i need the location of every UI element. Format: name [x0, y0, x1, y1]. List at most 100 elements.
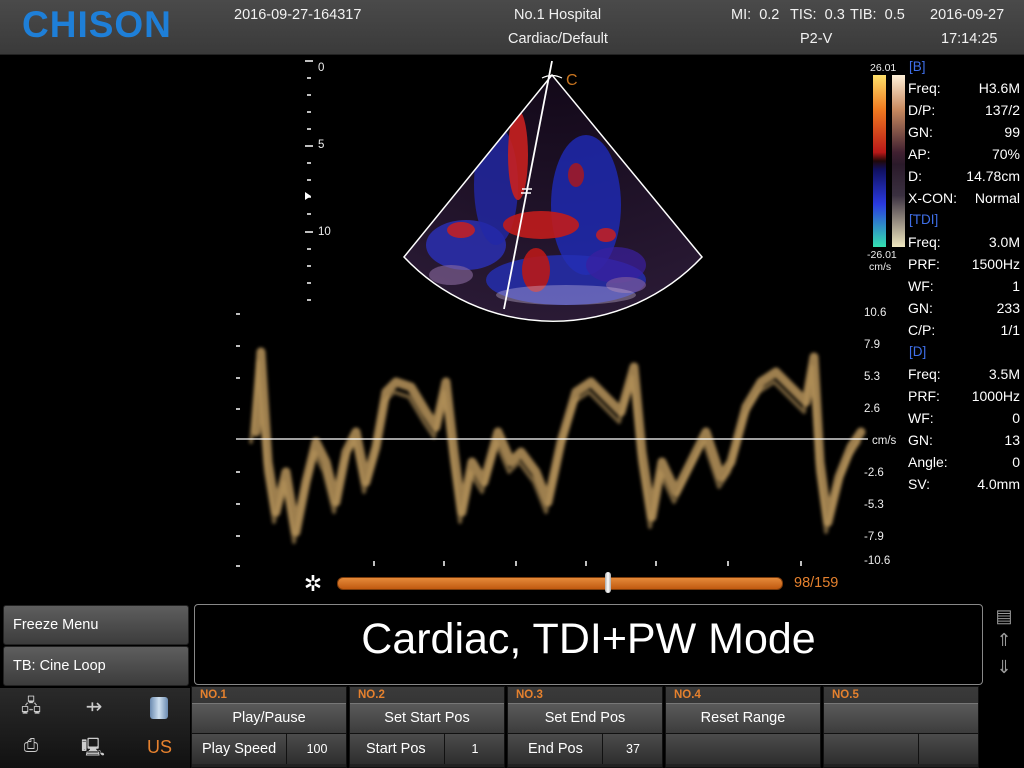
page-icon[interactable]: ▤	[990, 606, 1018, 627]
start-pos-row[interactable]: Start Pos 1	[350, 734, 504, 764]
param-value: 13	[1004, 432, 1020, 448]
softkey-head: NO.5	[832, 689, 859, 701]
softkey-sub-value: 1	[471, 742, 479, 756]
patient-id: 2016-09-27-164317	[234, 7, 362, 23]
play-pause-button[interactable]: Play/Pause	[192, 703, 346, 734]
softkey-sub-value: 37	[626, 742, 640, 756]
param-value: 1000Hz	[971, 388, 1020, 404]
exam-preset: Cardiac/Default	[508, 31, 608, 47]
param-label: PRF:	[908, 256, 940, 272]
softkey-sub-value: 100	[306, 742, 328, 756]
softkey-column-1: NO.1 Play/Pause Play Speed 100	[191, 686, 347, 768]
color-bar-min: -26.01	[867, 249, 897, 261]
parameter-panel: [B] Freq: H3.6M D/P: 137/2 GN: 99 AP: 70…	[908, 59, 1020, 499]
storage-icon	[150, 697, 168, 719]
velocity-tick: 7.9	[864, 339, 880, 351]
param-label: Freq:	[908, 234, 941, 250]
mode-title: Cardiac, TDI+PW Mode	[361, 615, 816, 663]
softkey-empty-row[interactable]	[666, 734, 820, 764]
reset-range-button[interactable]: Reset Range	[666, 703, 820, 734]
page-down-icon[interactable]: ⇓	[990, 657, 1018, 678]
cine-frame-counter: 98/159	[794, 575, 839, 591]
softkey-empty-row[interactable]	[824, 734, 978, 764]
tb-cine-loop-button[interactable]: TB: Cine Loop	[3, 646, 189, 686]
brand-logo: CHISON	[22, 4, 172, 45]
param-label: SV:	[908, 476, 931, 492]
probe-name: P2-V	[800, 31, 833, 47]
exam-date: 2016-09-27	[930, 7, 1005, 23]
softkey-head: NO.2	[358, 689, 385, 701]
velocity-tick: -10.6	[864, 555, 891, 567]
velocity-tick: -2.6	[864, 467, 884, 479]
depth-scale	[305, 60, 313, 301]
param-label: D:	[908, 168, 922, 184]
param-value: 3.0M	[988, 234, 1020, 250]
param-label: PRF:	[908, 388, 940, 404]
softkey-column-2: NO.2 Set Start Pos Start Pos 1	[349, 686, 505, 768]
softkey-column-5: NO.5	[823, 686, 979, 768]
tdi-color-bar	[873, 75, 886, 247]
section-tdi: [TDI]	[909, 212, 939, 227]
cine-slider-handle[interactable]	[604, 572, 611, 593]
velocity-tick: -7.9	[864, 531, 884, 543]
param-label: GN:	[908, 432, 933, 448]
end-pos-row[interactable]: End Pos 37	[508, 734, 662, 764]
param-value: 0	[1012, 454, 1020, 470]
param-value: 3.5M	[988, 366, 1020, 382]
velocity-tick: 2.6	[864, 403, 880, 415]
depth-label-5: 5	[318, 139, 325, 151]
param-value: 70%	[991, 146, 1020, 162]
param-value: H3.6M	[978, 80, 1020, 96]
softkey-5-button[interactable]	[824, 703, 978, 734]
velocity-tick: 5.3	[864, 371, 880, 383]
softkey-column-3: NO.3 Set End Pos End Pos 37	[507, 686, 663, 768]
tis-index: TIS: 0.3	[790, 7, 845, 23]
param-label: X-CON:	[908, 190, 957, 206]
focus-marker: C	[566, 72, 578, 89]
computer-icon: 🖳	[80, 737, 105, 757]
softkey-head: NO.1	[200, 689, 227, 701]
set-end-pos-button[interactable]: Set End Pos	[508, 703, 662, 734]
param-label: GN:	[908, 124, 933, 140]
param-label: Angle:	[908, 454, 948, 470]
hospital-name: No.1 Hospital	[514, 7, 602, 23]
param-label: Freq:	[908, 366, 941, 382]
velocity-unit: cm/s	[872, 435, 897, 447]
softkey-sub-label: Play Speed	[202, 741, 277, 757]
param-value: 99	[1004, 124, 1020, 140]
tib-index: TIB: 0.5	[850, 7, 905, 23]
softkey-head: NO.3	[516, 689, 543, 701]
set-start-pos-button[interactable]: Set Start Pos	[350, 703, 504, 734]
depth-label-10: 10	[318, 226, 331, 238]
velocity-tick: 10.6	[864, 307, 887, 319]
param-value: 1/1	[1000, 322, 1020, 338]
param-label: WF:	[908, 410, 934, 426]
freeze-menu-button[interactable]: Freeze Menu	[3, 605, 189, 645]
param-label: WF:	[908, 278, 934, 294]
usb-icon: ⇸	[85, 696, 103, 718]
param-label: AP:	[908, 146, 931, 162]
param-value: 137/2	[984, 102, 1020, 118]
param-label: GN:	[908, 300, 933, 316]
softkey-head: NO.4	[674, 689, 701, 701]
softkey-sub-label: End Pos	[528, 741, 583, 757]
param-label: C/P:	[908, 322, 936, 338]
us-label: US	[147, 737, 173, 757]
gray-map-bar	[892, 75, 905, 247]
printer-icon: ⎙	[23, 735, 39, 755]
cine-settings-gear-icon[interactable]: ✲	[300, 571, 326, 597]
param-value: 1500Hz	[971, 256, 1020, 272]
section-b: [B]	[909, 59, 926, 74]
param-label: D/P:	[908, 102, 936, 118]
softkey-sub-label: Start Pos	[366, 741, 426, 757]
mi-index: MI: 0.2	[731, 7, 780, 23]
softkey-column-4: NO.4 Reset Range	[665, 686, 821, 768]
param-value: 1	[1012, 278, 1020, 294]
param-value: Normal	[974, 190, 1020, 206]
play-speed-row[interactable]: Play Speed 100	[192, 734, 346, 764]
param-value: 0	[1012, 410, 1020, 426]
cine-progress-bar[interactable]	[337, 577, 783, 590]
pw-doppler-spectrum[interactable]	[236, 312, 868, 574]
page-up-icon[interactable]: ⇑	[990, 630, 1018, 651]
network-icon: 🖧	[20, 696, 42, 716]
